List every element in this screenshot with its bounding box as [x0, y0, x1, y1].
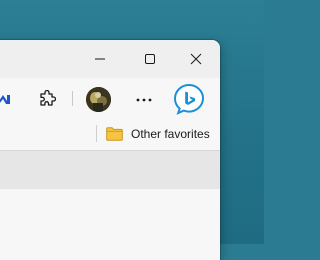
extension-button[interactable]	[0, 87, 14, 111]
close-icon	[190, 53, 202, 65]
other-favorites-label: Other favorites	[131, 127, 210, 141]
page-content	[0, 189, 220, 260]
browser-window: Other favorites	[0, 40, 220, 260]
bing-chat-icon	[173, 83, 205, 115]
close-button[interactable]	[173, 40, 219, 78]
other-favorites-folder[interactable]: Other favorites	[106, 124, 210, 144]
more-icon	[136, 98, 152, 102]
extensions-button[interactable]	[36, 87, 58, 111]
bing-chat-button[interactable]	[173, 83, 205, 115]
minimize-icon	[95, 58, 105, 60]
settings-more-button[interactable]	[132, 88, 156, 112]
profile-avatar[interactable]	[86, 87, 111, 112]
maximize-button[interactable]	[127, 40, 173, 78]
extension-icon-partial	[0, 95, 10, 104]
folder-icon	[106, 127, 123, 141]
maximize-icon	[145, 54, 155, 64]
toolbar-divider	[72, 91, 73, 106]
favorites-divider	[96, 125, 97, 142]
avatar-photo-icon	[86, 87, 111, 112]
minimize-button[interactable]	[77, 40, 123, 78]
puzzle-icon	[40, 90, 56, 106]
page-header-strip	[0, 150, 220, 189]
